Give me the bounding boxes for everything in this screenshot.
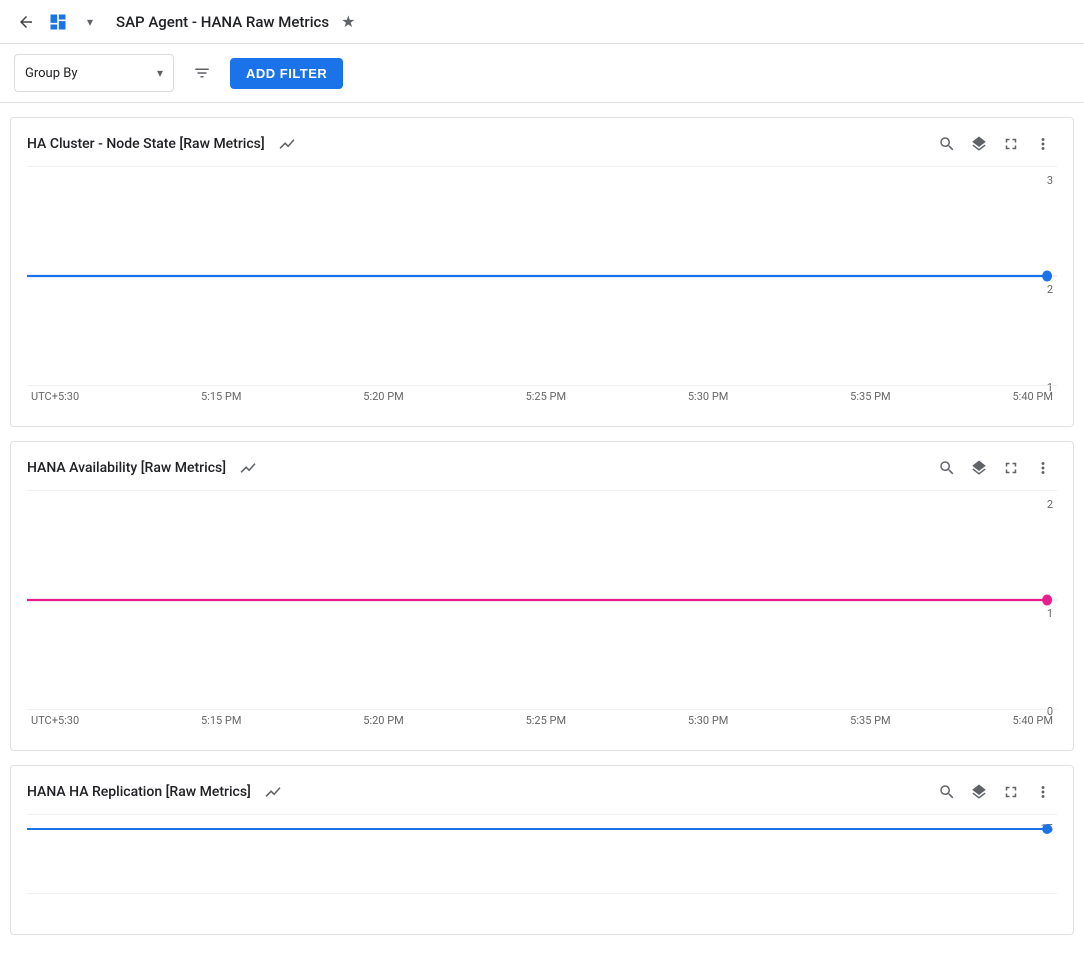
chart-graph-icon-3[interactable]: [259, 778, 287, 806]
xaxis-label: UTC+5:30: [31, 714, 79, 727]
chart-panel-ha-cluster: HA Cluster - Node State [Raw Metrics]: [10, 117, 1074, 427]
fullscreen-icon-1[interactable]: [997, 130, 1025, 158]
xaxis-label: 5:35 PM: [850, 390, 890, 403]
layers-icon-1[interactable]: [965, 130, 993, 158]
chart-xaxis-2: UTC+5:30 5:15 PM 5:20 PM 5:25 PM 5:30 PM…: [27, 710, 1057, 735]
group-by-dropdown[interactable]: Group By ▾: [14, 54, 174, 92]
chart-title-area-1: HA Cluster - Node State [Raw Metrics]: [27, 130, 301, 158]
charts-container: HA Cluster - Node State [Raw Metrics]: [0, 117, 1084, 935]
chart-title-area-3: HANA HA Replication [Raw Metrics]: [27, 778, 287, 806]
page-title: SAP Agent - HANA Raw Metrics: [116, 13, 329, 31]
chart-title-area-2: HANA Availability [Raw Metrics]: [27, 454, 262, 482]
more-options-icon-1[interactable]: [1029, 130, 1057, 158]
xaxis-label: 5:35 PM: [850, 714, 890, 727]
chart-actions-2: [933, 454, 1057, 482]
chart-body-2: 2 1 0 UTC+5:30 5:15 PM 5:20 PM 5:25 PM 5…: [11, 490, 1073, 750]
chart-body-1: 3 2 1 UTC+5:30 5:15 PM 5:20 PM: [11, 166, 1073, 426]
add-filter-button[interactable]: ADD FILTER: [230, 58, 343, 89]
layers-icon-2[interactable]: [965, 454, 993, 482]
chart-svg-1: [27, 166, 1057, 386]
chart-header-2: HANA Availability [Raw Metrics]: [11, 442, 1073, 490]
chart-header-1: HA Cluster - Node State [Raw Metrics]: [11, 118, 1073, 166]
chart-graph-icon-2[interactable]: [234, 454, 262, 482]
search-icon-1[interactable]: [933, 130, 961, 158]
chart-actions-1: [933, 130, 1057, 158]
dashboard-icon-button[interactable]: [44, 8, 72, 36]
xaxis-label: 5:30 PM: [688, 714, 728, 727]
xaxis-label: UTC+5:30: [31, 390, 79, 403]
search-icon-2[interactable]: [933, 454, 961, 482]
fullscreen-icon-3[interactable]: [997, 778, 1025, 806]
xaxis-label: 5:20 PM: [363, 714, 403, 727]
dropdown-arrow-nav[interactable]: ▾: [76, 8, 104, 36]
chart-header-3: HANA HA Replication [Raw Metrics]: [11, 766, 1073, 814]
nav-area: ▾: [12, 8, 104, 36]
xaxis-label: 5:25 PM: [526, 390, 566, 403]
chart-title-1: HA Cluster - Node State [Raw Metrics]: [27, 136, 265, 152]
chart-panel-hana-availability: HANA Availability [Raw Metrics]: [10, 441, 1074, 751]
filter-bar: Group By ▾ ADD FILTER: [0, 44, 1084, 103]
more-options-icon-2[interactable]: [1029, 454, 1057, 482]
search-icon-3[interactable]: [933, 778, 961, 806]
chart-title-2: HANA Availability [Raw Metrics]: [27, 460, 226, 476]
xaxis-label: 5:30 PM: [688, 390, 728, 403]
chart-svg-3: [27, 814, 1057, 894]
fullscreen-icon-2[interactable]: [997, 454, 1025, 482]
chevron-down-icon: ▾: [157, 66, 163, 80]
back-button[interactable]: [12, 8, 40, 36]
star-button[interactable]: ★: [337, 8, 359, 36]
chart-body-3: 15: [11, 814, 1073, 934]
xaxis-label: 5:20 PM: [363, 390, 403, 403]
filter-icon-button[interactable]: [184, 55, 220, 91]
chart-panel-hana-replication: HANA HA Replication [Raw Metrics]: [10, 765, 1074, 935]
xaxis-label: 5:25 PM: [526, 714, 566, 727]
xaxis-label: 5:15 PM: [201, 714, 241, 727]
group-by-label: Group By: [25, 66, 149, 81]
chart-svg-2: [27, 490, 1057, 710]
layers-icon-3[interactable]: [965, 778, 993, 806]
top-bar: ▾ SAP Agent - HANA Raw Metrics ★: [0, 0, 1084, 44]
more-options-icon-3[interactable]: [1029, 778, 1057, 806]
xaxis-label: 5:15 PM: [201, 390, 241, 403]
chart-graph-icon-1[interactable]: [273, 130, 301, 158]
chart-actions-3: [933, 778, 1057, 806]
chart-title-3: HANA HA Replication [Raw Metrics]: [27, 784, 251, 800]
chart-xaxis-1: UTC+5:30 5:15 PM 5:20 PM 5:25 PM 5:30 PM…: [27, 386, 1057, 411]
